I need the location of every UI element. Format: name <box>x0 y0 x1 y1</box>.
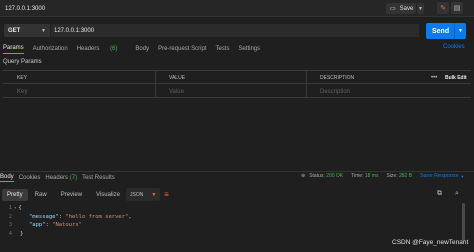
save-response-label: Save Response <box>420 173 459 179</box>
column-key: KEY <box>17 74 28 81</box>
format-select-value: JSON <box>130 191 144 198</box>
chevron-down-icon: ▼ <box>41 27 46 34</box>
json-value: "hello from server" <box>65 213 129 220</box>
param-value-input[interactable]: Value <box>155 85 306 98</box>
tab-response-cookies[interactable]: Cookies <box>19 175 41 181</box>
url-input[interactable]: 127.0.0.1:3000 <box>51 24 419 37</box>
query-params-title: Query Params <box>3 59 42 65</box>
tab-test-results[interactable]: Test Results <box>82 175 115 181</box>
wrap-lines-icon[interactable]: ≡ <box>160 188 173 201</box>
more-options-icon[interactable]: ••• <box>431 71 437 84</box>
code-line: 1 ▾{ <box>2 204 132 213</box>
send-label: Send <box>432 27 450 35</box>
chevron-down-icon: ▼ <box>460 173 465 179</box>
size-value[interactable]: 282 B <box>399 173 412 179</box>
headers-count: (6) <box>110 46 118 52</box>
param-key-input[interactable]: Key <box>3 85 155 98</box>
time-value[interactable]: 18 ms <box>365 173 379 179</box>
method-select[interactable]: GET ▼ <box>4 24 50 37</box>
tab-tests[interactable]: Tests <box>215 46 229 52</box>
format-select[interactable]: JSON ▼ <box>126 188 161 201</box>
send-button[interactable]: Send ▼ <box>426 23 466 39</box>
line-number: 1 <box>8 205 12 211</box>
format-visualize[interactable]: Visualize <box>96 192 120 198</box>
tab-response-body[interactable]: Body <box>0 174 14 182</box>
tab-response-headers[interactable]: Headers (7) <box>45 175 77 181</box>
tab-settings[interactable]: Settings <box>238 46 260 52</box>
save-options-button[interactable]: ▼ <box>416 3 424 14</box>
copy-icon[interactable]: ⧉ <box>437 190 442 198</box>
json-trail: , <box>128 213 132 220</box>
format-raw[interactable]: Raw <box>35 192 47 198</box>
pencil-icon: ✎ <box>440 5 446 12</box>
tab-headers[interactable]: Headers (6) <box>77 46 127 52</box>
globe-icon[interactable]: ⊕ <box>301 173 305 179</box>
tab-params[interactable]: Params <box>3 45 24 54</box>
response-body-code[interactable]: 1 ▾{ 2 "message": "hello from server", 3 "a… <box>2 204 132 238</box>
bulk-edit-button[interactable]: Bulk Edit <box>445 71 467 84</box>
method-label: GET <box>8 27 21 34</box>
code-text: { <box>18 205 22 211</box>
response-meta: ⊕ Status: 200 OK Time: 18 ms Size: 282 B <box>301 173 420 179</box>
json-key: "app" <box>29 222 46 229</box>
chevron-down-icon: ▼ <box>151 191 157 198</box>
code-line: 3 "app": "Natours" <box>2 221 132 230</box>
format-pretty[interactable]: Pretty <box>2 188 28 201</box>
scrollbar[interactable] <box>462 203 465 241</box>
line-number: 2 <box>8 213 12 220</box>
response-headers-count: (7) <box>69 175 78 181</box>
url-value: 127.0.0.1:3000 <box>54 27 95 34</box>
line-number: 3 <box>8 222 12 229</box>
tab-headers-label: Headers <box>76 46 100 52</box>
tab-prerequest-script[interactable]: Pre-request Script <box>158 46 206 52</box>
tab-body[interactable]: Body <box>135 46 149 52</box>
time-label: Time: <box>351 173 364 179</box>
save-response-button[interactable]: Save Response ▼ <box>420 173 464 179</box>
request-tab[interactable]: 127.0.0.1:3000 <box>0 0 45 17</box>
save-button[interactable]: ▭ Save <box>386 3 416 14</box>
status-value[interactable]: 200 OK <box>326 173 343 179</box>
tab-response-headers-label: Headers <box>45 175 69 181</box>
size-label: Size: <box>386 173 398 179</box>
chevron-down-icon: ▼ <box>418 5 423 12</box>
format-tabs: Pretty Raw Preview Visualize <box>2 188 134 201</box>
json-key: "message" <box>29 213 59 220</box>
chevron-down-icon[interactable]: ▼ <box>454 23 466 39</box>
params-table: KEY VALUE DESCRIPTION ••• Bulk Edit Key … <box>3 70 471 98</box>
save-icon: ▭ <box>390 6 396 12</box>
watermark: CSDN @Faye_newTenant <box>392 239 469 246</box>
fold-icon[interactable]: ▾ <box>14 205 16 210</box>
code-line: 2 "message": "hello from server", <box>2 213 132 222</box>
search-icon[interactable]: ⌕ <box>455 190 459 198</box>
column-description: DESCRIPTION <box>320 74 355 81</box>
document-icon: ▤ <box>453 5 461 12</box>
request-tab-title: 127.0.0.1:3000 <box>5 5 46 12</box>
request-tabs: Params Authorization Headers (6) Body Pr… <box>0 43 474 55</box>
tab-authorization[interactable]: Authorization <box>33 46 68 52</box>
edit-button[interactable]: ✎ <box>437 2 449 14</box>
code-text: } <box>20 230 24 237</box>
param-description-input[interactable]: Description <box>306 85 471 98</box>
format-preview[interactable]: Preview <box>61 192 82 198</box>
code-line: 4} <box>2 230 132 239</box>
json-value: "Natours" <box>52 222 82 229</box>
documentation-button[interactable]: ▤ <box>451 2 463 14</box>
save-label: Save <box>399 5 414 12</box>
status-label: Status: <box>309 173 325 179</box>
line-number: 4 <box>8 230 12 237</box>
params-table-header: KEY VALUE DESCRIPTION ••• Bulk Edit <box>3 71 471 84</box>
cookies-link[interactable]: Cookies <box>443 44 465 50</box>
column-value: VALUE <box>169 74 186 81</box>
